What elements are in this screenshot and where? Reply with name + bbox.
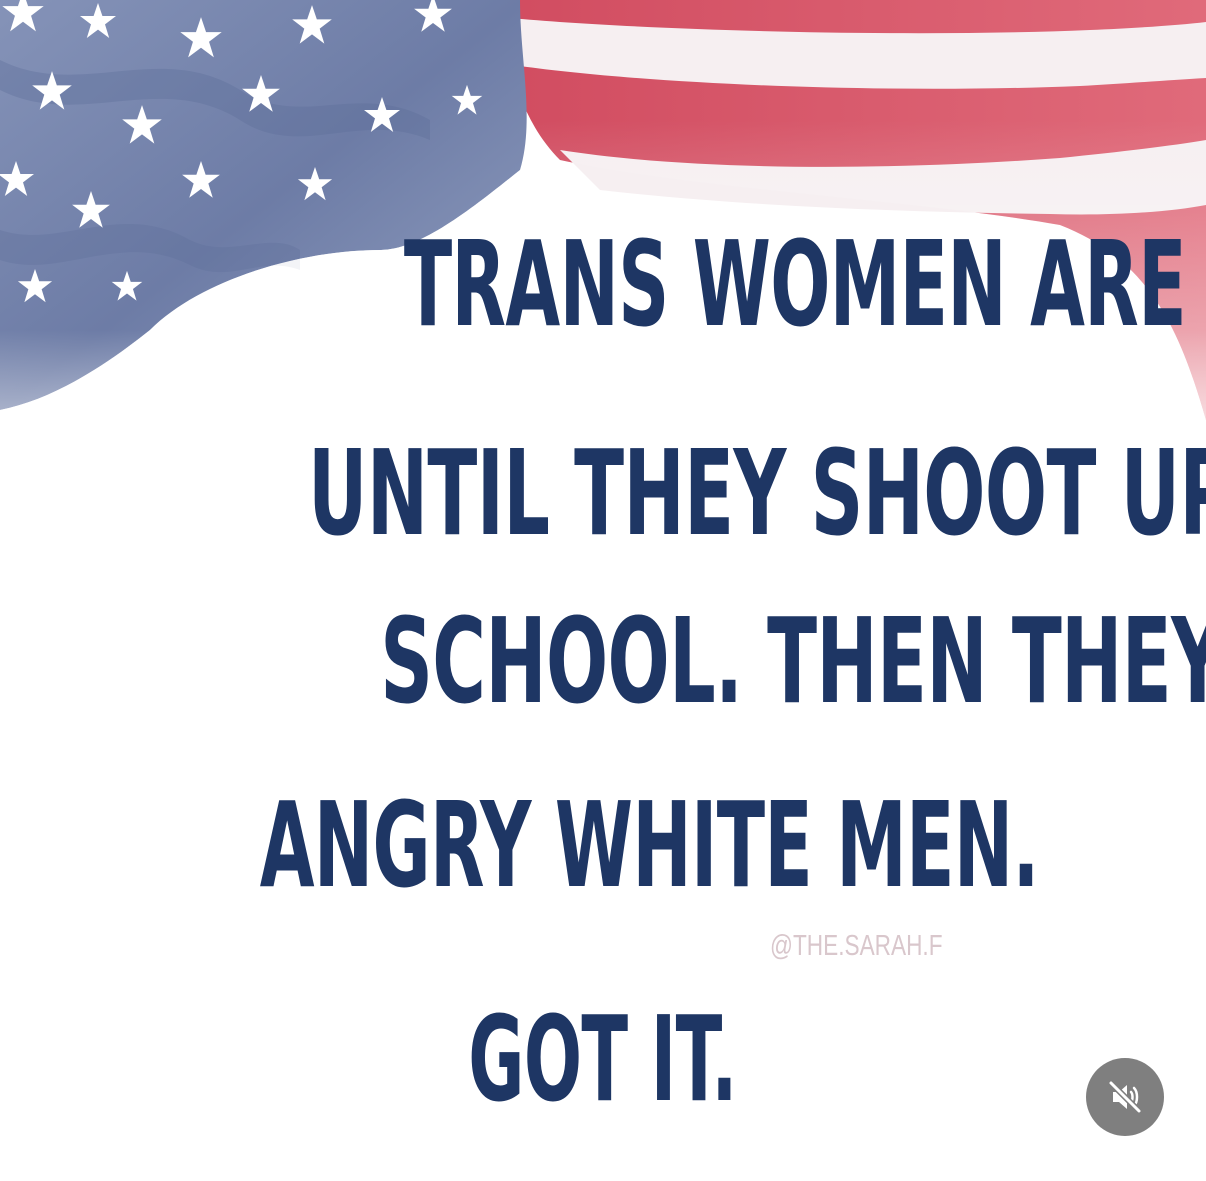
headline-line-3: SCHOOL. THEN THEY ARE JUST: [380, 592, 1206, 730]
headline-line-4: ANGRY WHITE MEN.: [259, 776, 1040, 914]
speaker-muted-icon: [1108, 1080, 1142, 1114]
author-watermark: @THE.SARAH.F: [770, 930, 943, 962]
headline-line-2: UNTIL THEY SHOOT UP A: [308, 424, 1206, 562]
post-image: TRANS WOMEN ARE “WOMEN” UNTIL THEY SHOOT…: [0, 0, 1206, 1181]
headline-line-1: TRANS WOMEN ARE “WOMEN”: [403, 215, 1206, 353]
headline-line-5: GOT IT.: [468, 990, 738, 1128]
mute-toggle-button[interactable]: [1086, 1058, 1164, 1136]
